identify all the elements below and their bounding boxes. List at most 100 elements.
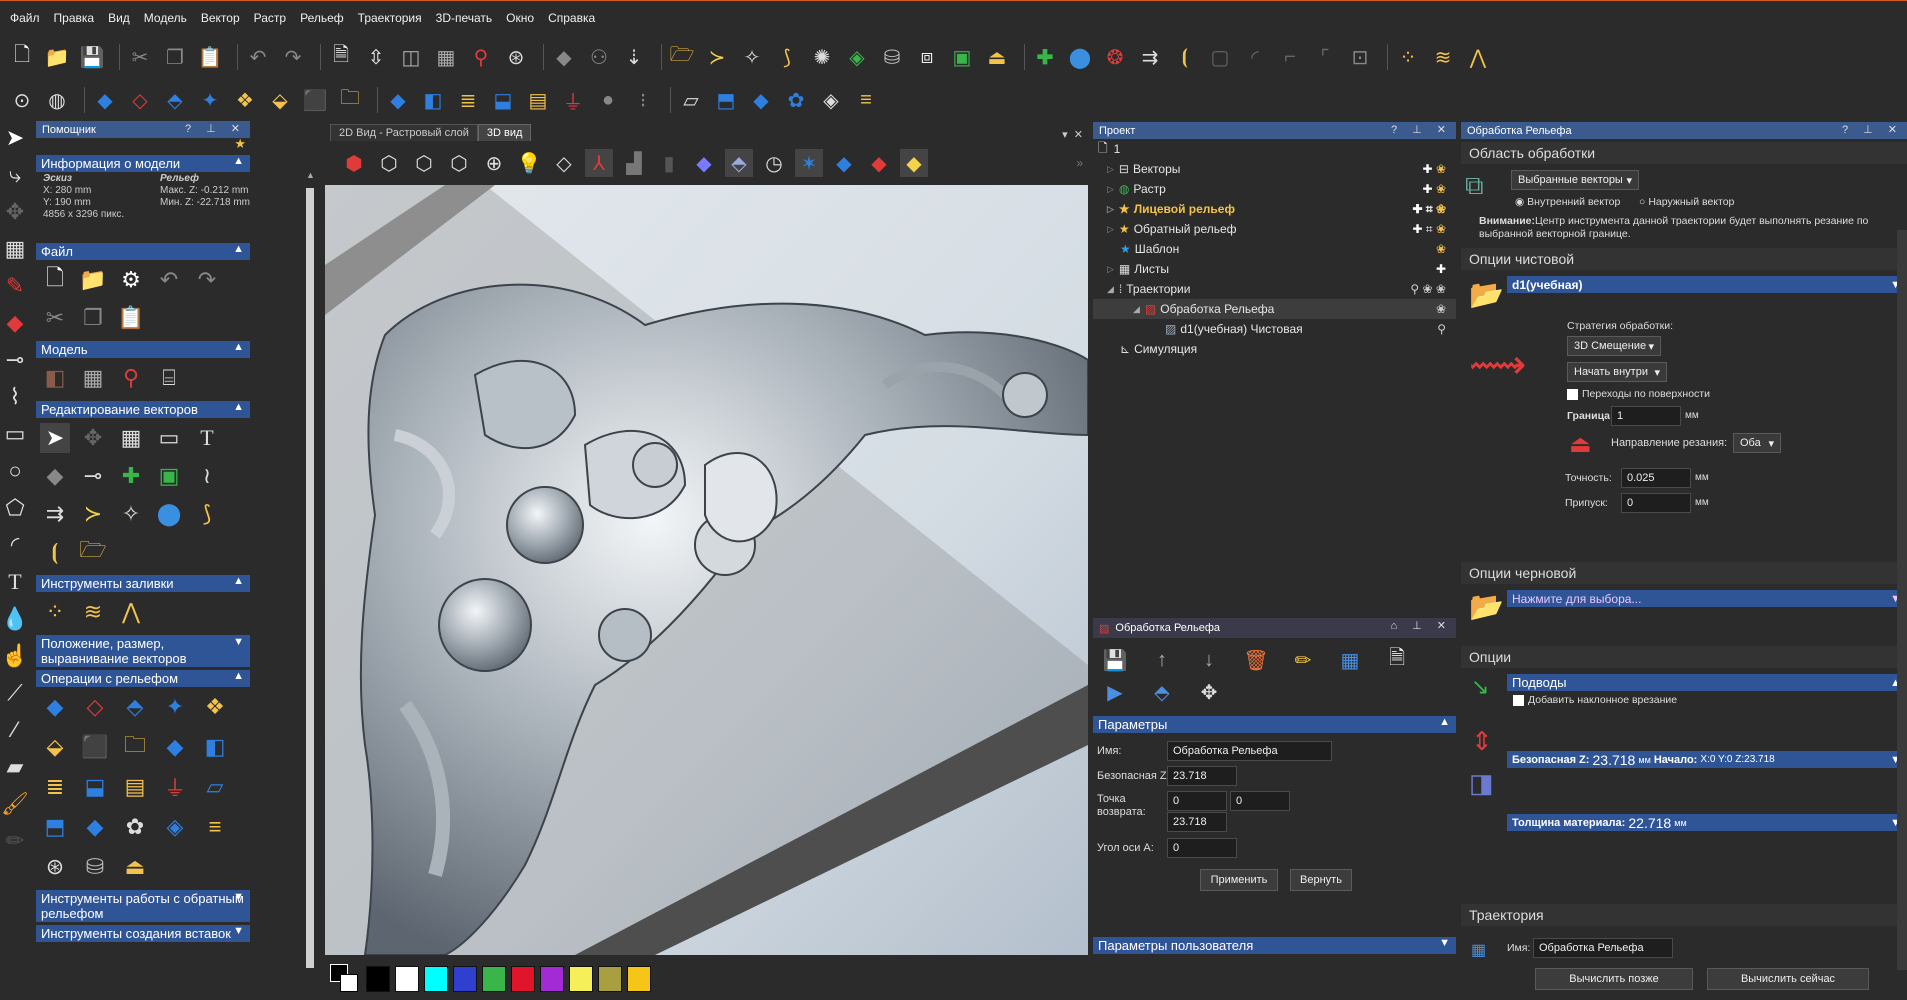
area-dropdown[interactable]: Выбранные векторы ▾ [1511, 170, 1639, 190]
template-actions[interactable]: ❀ [1436, 242, 1446, 256]
zoom-fit-icon[interactable]: ⊙ [8, 86, 36, 114]
measure-icon[interactable]: ⊛ [40, 852, 70, 882]
chamfer-icon[interactable]: ⌐ [1276, 43, 1304, 71]
drop-icon[interactable]: ⁝ [629, 86, 657, 114]
mirror-icon[interactable]: ◫ [397, 43, 425, 71]
relief-ops-header[interactable]: Операции с рельефом ▲ [36, 670, 250, 687]
tree-root[interactable]: 🗋 1 [1093, 139, 1456, 159]
relief-icon[interactable]: ◈ [843, 43, 871, 71]
layers-icon[interactable]: ≣ [454, 86, 482, 114]
tree-item-sheets[interactable]: ▷ ▦ Листы ✚ [1093, 259, 1456, 279]
folder-sparkle-icon[interactable]: 🗀 [120, 732, 150, 762]
preview-icon[interactable]: ⬘ [1148, 678, 1176, 706]
calculator-icon[interactable]: ▦ [1336, 646, 1364, 674]
start-dropdown[interactable]: Начать внутри ▾ [1567, 362, 1667, 382]
slab2-icon[interactable]: ⬒ [712, 86, 740, 114]
traj-name-field[interactable]: Обработка Рельефа [1533, 938, 1673, 958]
swatch-purple[interactable] [540, 966, 564, 992]
folder-sparkle-icon[interactable]: 🗀 [336, 86, 364, 114]
helper-scrollbar[interactable]: ▲ [303, 170, 318, 1000]
swatch-green[interactable] [482, 966, 506, 992]
yellow-diamond-icon[interactable]: ⬙ [266, 86, 294, 114]
eraser-icon[interactable]: ◇ [126, 86, 154, 114]
layers-icon[interactable]: ≣ [40, 772, 70, 802]
undo-icon[interactable]: ↶ [244, 43, 272, 71]
more-icon[interactable]: » [1076, 156, 1087, 170]
rectangle-icon[interactable]: ▭ [0, 417, 30, 451]
outer-vector-radio[interactable]: ○ Наружный вектор [1639, 196, 1734, 208]
rectangle-icon[interactable]: ▭ [154, 423, 184, 453]
layout-icon[interactable]: ⌸ [154, 363, 184, 393]
pattern-icon[interactable]: ❖ [231, 86, 259, 114]
scroll-thumb[interactable] [306, 188, 314, 968]
swatch-blue[interactable] [453, 966, 477, 992]
cube-blue-icon[interactable]: ◆ [80, 812, 110, 842]
stack-icon[interactable]: ≡ [852, 86, 880, 114]
select-arrow-icon[interactable]: ➤ [0, 121, 30, 155]
panel-controls[interactable]: ⌂ ⊥ ✕ [1390, 619, 1452, 632]
return-y-field[interactable]: 0 [1230, 791, 1290, 811]
tree-item-finishing-pass[interactable]: ▨ d1(учебная) Чистовая ⚲ [1093, 319, 1456, 339]
grid-icon[interactable]: ▦ [78, 363, 108, 393]
raster-actions[interactable]: ✚ ❀ [1423, 182, 1446, 196]
simulate-icon[interactable]: ▶ [1101, 678, 1129, 706]
top-view-icon[interactable]: ⬡ [445, 149, 473, 177]
zigzag-icon[interactable]: ⋀ [1464, 43, 1492, 71]
front-relief-actions[interactable]: ✚ ⌗ ❀ [1412, 202, 1446, 217]
menu-model[interactable]: Модель [144, 11, 187, 25]
plane-icon[interactable]: ◇ [550, 149, 578, 177]
save-icon[interactable]: 💾 [78, 43, 106, 71]
transform-icon[interactable]: ✥ [78, 423, 108, 453]
menu-3dprint[interactable]: 3D-печать [436, 11, 493, 25]
rough-tool-select[interactable]: Нажмите для выбора... ▼ [1507, 590, 1907, 607]
swatch-cyan[interactable] [424, 966, 448, 992]
tab-controls[interactable]: ▾ ✕ [1062, 128, 1087, 141]
vector-edit-header[interactable]: Редактирование векторов ▲ [36, 401, 250, 418]
front-view-icon[interactable]: ⬡ [375, 149, 403, 177]
sparkle-icon[interactable]: ✧ [738, 43, 766, 71]
flower-icon[interactable]: ✿ [782, 86, 810, 114]
tab-2d-view[interactable]: 2D Вид - Растровый слой [330, 124, 478, 141]
cube-blue-icon[interactable]: ◆ [747, 86, 775, 114]
open-folder-icon[interactable]: 📁 [78, 265, 108, 295]
measure-tape-icon[interactable]: ⊸ [78, 461, 108, 491]
swatch-yellow[interactable] [569, 966, 593, 992]
tile-white-icon[interactable]: ◈ [817, 86, 845, 114]
edit-pencil-icon[interactable]: ✏ [1289, 646, 1317, 674]
bulb-icon[interactable]: ⬤ [1066, 43, 1094, 71]
sphere-icon[interactable]: ● [594, 86, 622, 114]
transform-icon[interactable]: ✥ [1195, 678, 1223, 706]
sheets-actions[interactable]: ✚ [1436, 262, 1446, 276]
swatch-black[interactable] [366, 966, 390, 992]
position-section-header[interactable]: Положение, размер, выравнивание векторов… [36, 635, 250, 667]
corner-icon[interactable]: ⌜ [1311, 43, 1339, 71]
color-pair-icon[interactable]: ◧ [40, 363, 70, 393]
apply-button[interactable]: Применить [1200, 869, 1278, 891]
move-down-icon[interactable]: ↓ [1195, 646, 1223, 674]
open-folder-icon[interactable]: 📁 [43, 43, 71, 71]
tab-3d-view[interactable]: 3D вид [477, 124, 532, 141]
fill-tools-header[interactable]: Инструменты заливки ▲ [36, 575, 250, 592]
stamp-icon[interactable]: ⛁ [878, 43, 906, 71]
blue-diamond-icon[interactable]: ◆ [160, 732, 190, 762]
pencil-icon[interactable]: ✏ [0, 824, 30, 858]
blue-relief-icon[interactable]: ◆ [830, 149, 858, 177]
vectors-actions[interactable]: ✚ ❀ [1423, 162, 1446, 176]
diamond-stack-icon[interactable]: ⬘ [120, 692, 150, 722]
return-x-field[interactable]: 0 [1167, 791, 1227, 811]
clock-icon[interactable]: ◷ [760, 149, 788, 177]
save-toolpath-icon[interactable]: 💾 [1101, 646, 1129, 674]
wave-icon[interactable]: ≋ [1429, 43, 1457, 71]
box-blue-icon[interactable]: ⬓ [80, 772, 110, 802]
text-icon[interactable]: T [192, 423, 222, 453]
stack-icon[interactable]: ≡ [200, 812, 230, 842]
cut-icon[interactable]: ✂ [126, 43, 154, 71]
weight-icon[interactable]: ⏚ [559, 86, 587, 114]
side-view-icon[interactable]: ⬡ [410, 149, 438, 177]
paste-icon[interactable]: 📋 [116, 303, 146, 333]
split-icon[interactable]: ◧ [200, 732, 230, 762]
tree-item-raster[interactable]: ▷ ◍ Растр ✚ ❀ [1093, 179, 1456, 199]
fillet-icon[interactable]: ◜ [1241, 43, 1269, 71]
bucket-icon[interactable]: ◆ [0, 306, 30, 340]
rough-tool-folder-icon[interactable]: 📂 [1469, 590, 1504, 623]
